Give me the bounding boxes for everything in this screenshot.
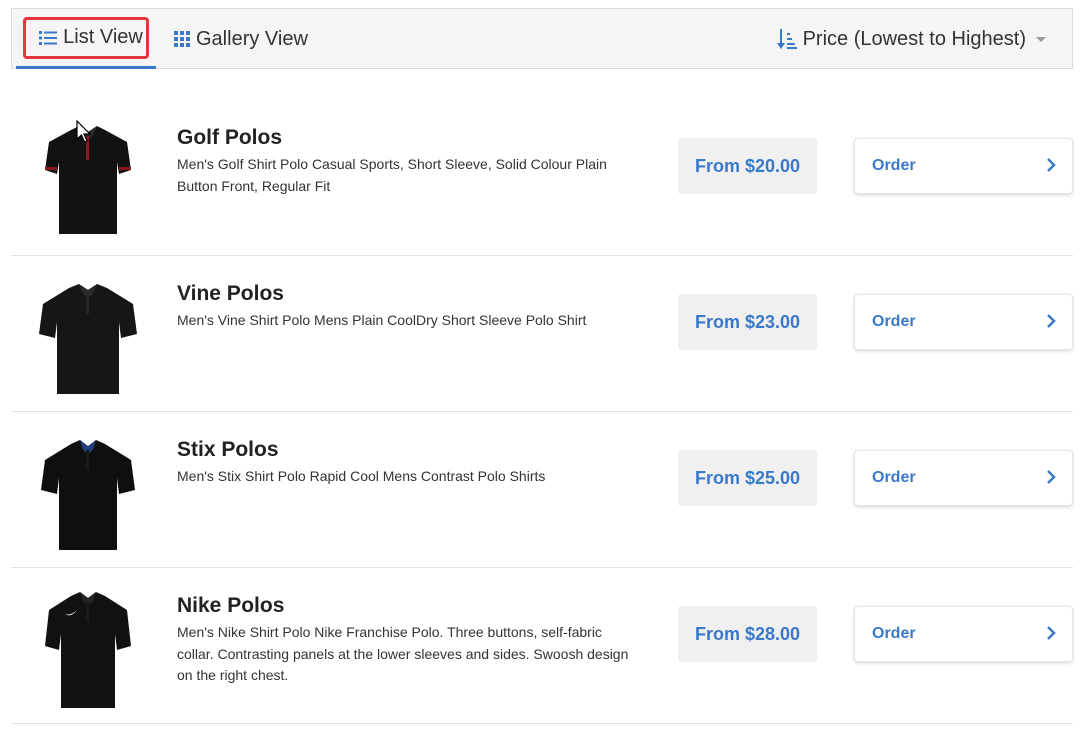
product-price: From $28.00 xyxy=(678,606,817,662)
caret-down-icon xyxy=(1036,36,1046,42)
order-label: Order xyxy=(872,469,916,486)
product-row: Vine Polos Men's Vine Shirt Polo Mens Pl… xyxy=(11,256,1073,412)
chevron-right-icon xyxy=(1046,158,1056,177)
order-button[interactable]: Order xyxy=(854,450,1073,506)
tab-list-view-highlight: List View xyxy=(23,16,149,59)
chevron-right-icon xyxy=(1046,470,1056,489)
product-info: Stix Polos Men's Stix Shirt Polo Rapid C… xyxy=(177,438,637,488)
order-button[interactable]: Order xyxy=(854,294,1073,350)
order-label: Order xyxy=(872,625,916,642)
sort-ascending-icon xyxy=(776,28,797,50)
vine-polo-image xyxy=(33,278,143,398)
stix-polo-image xyxy=(33,434,143,554)
product-info: Vine Polos Men's Vine Shirt Polo Mens Pl… xyxy=(177,282,637,332)
product-price: From $23.00 xyxy=(678,294,817,350)
product-info: Golf Polos Men's Golf Shirt Polo Casual … xyxy=(177,126,637,197)
product-row: Nike Polos Men's Nike Shirt Polo Nike Fr… xyxy=(11,568,1073,724)
product-description: Men's Golf Shirt Polo Casual Sports, Sho… xyxy=(177,156,607,194)
product-description: Men's Stix Shirt Polo Rapid Cool Mens Co… xyxy=(177,468,546,484)
sort-dropdown[interactable]: Price (Lowest to Highest) xyxy=(776,9,1046,69)
tab-gallery-view-label: Gallery View xyxy=(196,27,308,50)
product-description: Men's Vine Shirt Polo Mens Plain CoolDry… xyxy=(177,312,587,328)
mouse-cursor-icon xyxy=(76,119,92,149)
order-button[interactable]: Order xyxy=(854,138,1073,194)
order-label: Order xyxy=(872,157,916,174)
product-row: Stix Polos Men's Stix Shirt Polo Rapid C… xyxy=(11,412,1073,568)
product-info: Nike Polos Men's Nike Shirt Polo Nike Fr… xyxy=(177,594,637,687)
product-description: Men's Nike Shirt Polo Nike Franchise Pol… xyxy=(177,624,629,683)
chevron-right-icon xyxy=(1046,314,1056,333)
product-title: Golf Polos xyxy=(177,126,282,149)
order-label: Order xyxy=(872,313,916,330)
product-title: Stix Polos xyxy=(177,438,279,461)
sort-label: Price (Lowest to Highest) xyxy=(802,27,1026,50)
grid-icon xyxy=(174,31,190,47)
view-toolbar: List View Gallery View Price (Lowest to … xyxy=(11,8,1073,69)
product-row: Golf Polos Men's Golf Shirt Polo Casual … xyxy=(11,100,1073,256)
product-title: Nike Polos xyxy=(177,594,285,617)
order-button[interactable]: Order xyxy=(854,606,1073,662)
nike-polo-image xyxy=(33,590,143,710)
list-icon xyxy=(39,30,58,46)
product-price: From $25.00 xyxy=(678,450,817,506)
chevron-right-icon xyxy=(1046,626,1056,645)
product-price: From $20.00 xyxy=(678,138,817,194)
product-title: Vine Polos xyxy=(177,282,284,305)
tab-list-view-label: List View xyxy=(63,26,143,48)
tab-list-view[interactable]: List View xyxy=(16,9,156,69)
tab-gallery-view[interactable]: Gallery View xyxy=(174,9,308,69)
